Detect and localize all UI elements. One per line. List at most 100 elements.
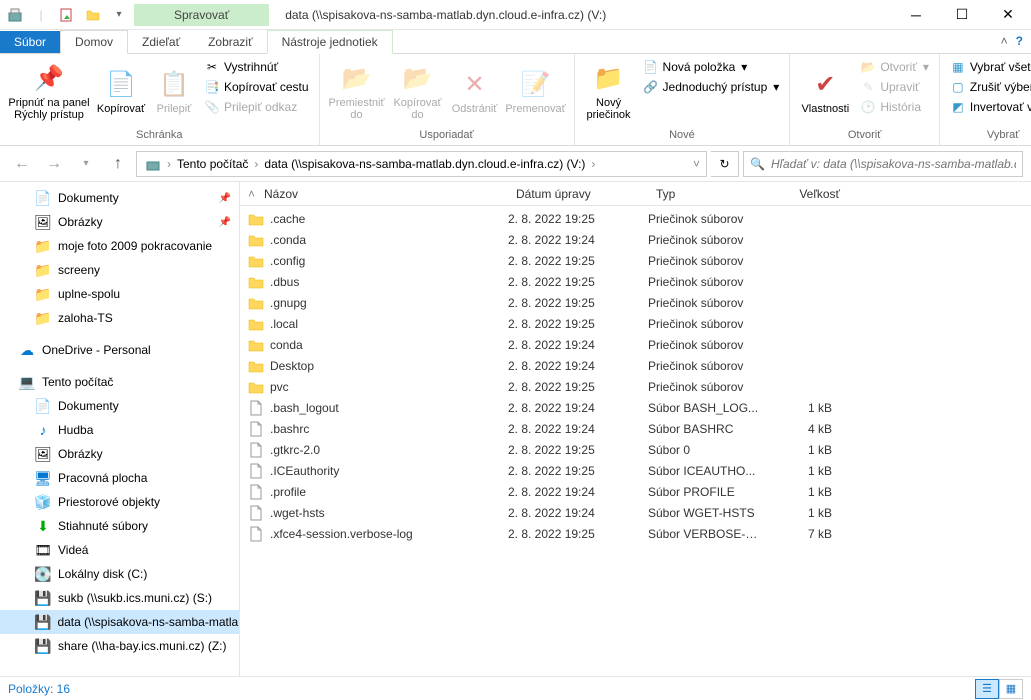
chevron-right-icon[interactable]: › bbox=[252, 157, 260, 171]
moveto-button[interactable]: 📂 Premiestniť do bbox=[326, 56, 388, 128]
crumb-location[interactable]: data (\\spisakova-ns-samba-matlab.dyn.cl… bbox=[260, 157, 589, 171]
newitem-button[interactable]: 📄Nová položka▾ bbox=[639, 58, 784, 76]
nav-documents[interactable]: 📄Dokumenty📌 bbox=[0, 186, 239, 210]
nav-pictures[interactable]: 🖼Obrázky📌 bbox=[0, 210, 239, 234]
tab-drive-tools[interactable]: Nástroje jednotiek bbox=[267, 30, 393, 54]
nav-folder-mojefoto[interactable]: 📁moje foto 2009 pokracovanie bbox=[0, 234, 239, 258]
minimize-button[interactable]: ─ bbox=[893, 0, 939, 30]
chevron-right-icon[interactable]: › bbox=[165, 157, 173, 171]
file-row[interactable]: .profile2. 8. 2022 19:24Súbor PROFILE1 k… bbox=[240, 481, 1031, 502]
selectall-button[interactable]: ▦Vybrať všetko bbox=[946, 58, 1031, 76]
easyaccess-icon: 🔗 bbox=[643, 79, 659, 95]
maximize-button[interactable]: ☐ bbox=[939, 0, 985, 30]
tab-share[interactable]: Zdieľať bbox=[128, 31, 194, 53]
nav-share[interactable]: 💾share (\\ha-bay.ics.muni.cz) (Z:) bbox=[0, 634, 239, 658]
delete-button[interactable]: ✕ Odstrániť bbox=[448, 56, 502, 128]
properties-button[interactable]: ✔ Vlastnosti bbox=[796, 56, 854, 128]
file-row[interactable]: .conda2. 8. 2022 19:24Priečinok súborov bbox=[240, 229, 1031, 250]
cut-button[interactable]: ✂Vystrihnúť bbox=[200, 58, 313, 76]
view-icons-button[interactable]: ▦ bbox=[999, 679, 1023, 699]
forward-button[interactable]: → bbox=[40, 150, 68, 178]
drive-icon[interactable] bbox=[141, 156, 165, 172]
col-sort-icon[interactable]: ˄ bbox=[240, 187, 256, 201]
nav-thispc[interactable]: 💻Tento počítač bbox=[0, 370, 239, 394]
group-organize: 📂 Premiestniť do 📂 Kopírovať do ✕ Odstrá… bbox=[320, 54, 575, 145]
nav-onedrive[interactable]: ☁OneDrive - Personal bbox=[0, 338, 239, 362]
search-input[interactable] bbox=[771, 157, 1016, 171]
nav-folder-uplne[interactable]: 📁uplne-spolu bbox=[0, 282, 239, 306]
nav-documents2[interactable]: 📄Dokumenty bbox=[0, 394, 239, 418]
selectnone-button[interactable]: ▢Zrušiť výber bbox=[946, 78, 1031, 96]
col-type[interactable]: Typ bbox=[648, 187, 768, 201]
view-details-button[interactable]: ☰ bbox=[975, 679, 999, 699]
file-row[interactable]: .gnupg2. 8. 2022 19:25Priečinok súborov bbox=[240, 292, 1031, 313]
easyaccess-button[interactable]: 🔗Jednoduchý prístup▾ bbox=[639, 78, 784, 96]
nav-music[interactable]: ♪Hudba bbox=[0, 418, 239, 442]
chevron-right-icon[interactable]: › bbox=[589, 157, 597, 171]
newfolder-button[interactable]: 📁 Nový priečinok bbox=[581, 56, 637, 128]
qat-dropdown-icon[interactable]: ▾ bbox=[108, 4, 130, 26]
edit-button[interactable]: ✎Upraviť bbox=[856, 78, 933, 96]
invertselect-button[interactable]: ◩Invertovať výber bbox=[946, 98, 1031, 116]
nav-desktop[interactable]: 🖥Pracovná plocha bbox=[0, 466, 239, 490]
app-icon[interactable] bbox=[4, 4, 26, 26]
rename-button[interactable]: 📝 Premenovať bbox=[504, 56, 568, 128]
nav-data-selected[interactable]: 💾data (\\spisakova-ns-samba-matla bbox=[0, 610, 239, 634]
file-row[interactable]: .local2. 8. 2022 19:25Priečinok súborov bbox=[240, 313, 1031, 334]
properties-qat-icon[interactable] bbox=[56, 4, 78, 26]
file-row[interactable]: .wget-hsts2. 8. 2022 19:24Súbor WGET-HST… bbox=[240, 502, 1031, 523]
nav-folder-zaloha[interactable]: 📁zaloha-TS bbox=[0, 306, 239, 330]
col-name[interactable]: Názov bbox=[256, 187, 508, 201]
nav-3dobjects[interactable]: 🧊Priestorové objekty bbox=[0, 490, 239, 514]
file-list[interactable]: .cache2. 8. 2022 19:25Priečinok súborov.… bbox=[240, 206, 1031, 676]
file-row[interactable]: .bashrc2. 8. 2022 19:24Súbor BASHRC4 kB bbox=[240, 418, 1031, 439]
crumb-pc[interactable]: Tento počítač bbox=[173, 157, 252, 171]
col-date[interactable]: Dátum úpravy bbox=[508, 187, 648, 201]
pasteshortcut-button[interactable]: 📎Prilepiť odkaz bbox=[200, 98, 313, 116]
search-box[interactable]: 🔍 bbox=[743, 151, 1023, 177]
file-row[interactable]: .gtkrc-2.02. 8. 2022 19:25Súbor 01 kB bbox=[240, 439, 1031, 460]
nav-sukb[interactable]: 💾sukb (\\sukb.ics.muni.cz) (S:) bbox=[0, 586, 239, 610]
file-row[interactable]: .config2. 8. 2022 19:25Priečinok súborov bbox=[240, 250, 1031, 271]
paste-button[interactable]: 📋 Prilepiť bbox=[150, 56, 198, 128]
newfolder-qat-icon[interactable] bbox=[82, 4, 104, 26]
help-icon[interactable]: ? bbox=[1016, 34, 1023, 48]
back-button[interactable]: ← bbox=[8, 150, 36, 178]
nav-videos[interactable]: 🎞Videá bbox=[0, 538, 239, 562]
open-button[interactable]: 📂Otvoriť▾ bbox=[856, 58, 933, 76]
nav-folder-screeny[interactable]: 📁screeny bbox=[0, 258, 239, 282]
breadcrumb-dropdown-icon[interactable]: ˅ bbox=[691, 157, 702, 171]
netdrive-icon: 💾 bbox=[34, 637, 52, 655]
file-row[interactable]: pvc2. 8. 2022 19:25Priečinok súborov bbox=[240, 376, 1031, 397]
copyto-button[interactable]: 📂 Kopírovať do bbox=[390, 56, 446, 128]
pictures-icon: 🖼 bbox=[34, 445, 52, 463]
recent-dropdown[interactable]: ▾ bbox=[72, 150, 100, 178]
up-button[interactable]: ↑ bbox=[104, 150, 132, 178]
nav-diskc[interactable]: 💽Lokálny disk (C:) bbox=[0, 562, 239, 586]
file-row[interactable]: conda2. 8. 2022 19:24Priečinok súborov bbox=[240, 334, 1031, 355]
file-date: 2. 8. 2022 19:25 bbox=[500, 527, 640, 541]
history-button[interactable]: 🕑História bbox=[856, 98, 933, 116]
col-size[interactable]: Veľkosť bbox=[768, 187, 848, 201]
item-count: Položky: 16 bbox=[8, 682, 70, 696]
collapse-ribbon-icon[interactable]: ˄ bbox=[1001, 34, 1008, 48]
file-row[interactable]: .bash_logout2. 8. 2022 19:24Súbor BASH_L… bbox=[240, 397, 1031, 418]
file-row[interactable]: Desktop2. 8. 2022 19:24Priečinok súborov bbox=[240, 355, 1031, 376]
file-row[interactable]: .ICEauthority2. 8. 2022 19:25Súbor ICEAU… bbox=[240, 460, 1031, 481]
file-row[interactable]: .dbus2. 8. 2022 19:25Priečinok súborov bbox=[240, 271, 1031, 292]
tab-view[interactable]: Zobraziť bbox=[194, 31, 267, 53]
onedrive-icon: ☁ bbox=[18, 341, 36, 359]
tab-home[interactable]: Domov bbox=[60, 30, 128, 54]
copypath-button[interactable]: 📑Kopírovať cestu bbox=[200, 78, 313, 96]
nav-downloads[interactable]: ⬇Stiahnuté súbory bbox=[0, 514, 239, 538]
refresh-button[interactable]: ↻ bbox=[711, 151, 739, 177]
tab-file[interactable]: Súbor bbox=[0, 31, 60, 53]
breadcrumb[interactable]: › Tento počítač › data (\\spisakova-ns-s… bbox=[136, 151, 707, 177]
close-button[interactable]: ✕ bbox=[985, 0, 1031, 30]
navigation-pane[interactable]: 📄Dokumenty📌 🖼Obrázky📌 📁moje foto 2009 po… bbox=[0, 182, 240, 676]
pin-button[interactable]: 📌 Pripnúť na panel Rýchly prístup bbox=[6, 56, 92, 128]
copy-button[interactable]: 📄 Kopírovať bbox=[94, 56, 148, 128]
file-row[interactable]: .cache2. 8. 2022 19:25Priečinok súborov bbox=[240, 208, 1031, 229]
file-row[interactable]: .xfce4-session.verbose-log2. 8. 2022 19:… bbox=[240, 523, 1031, 544]
nav-pictures2[interactable]: 🖼Obrázky bbox=[0, 442, 239, 466]
